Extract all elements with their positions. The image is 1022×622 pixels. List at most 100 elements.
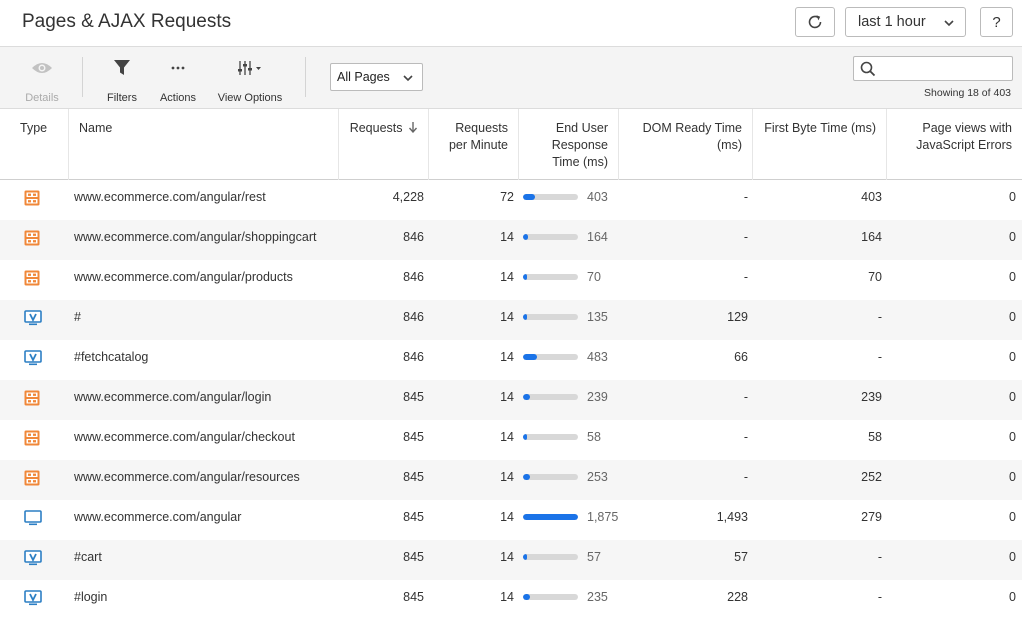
- response-time-bar: [523, 554, 578, 560]
- sort-down-icon: [408, 122, 418, 134]
- column-header-first-byte-time[interactable]: First Byte Time (ms): [753, 109, 887, 180]
- ajax-icon: [24, 230, 40, 246]
- help-button[interactable]: ?: [980, 7, 1013, 37]
- ajax-icon: [24, 190, 40, 206]
- response-time-cell: 483: [587, 350, 608, 364]
- column-header-requests-per-minute[interactable]: Requests per Minute: [429, 109, 519, 180]
- time-range-value: last 1 hour: [858, 14, 926, 30]
- column-label: Type: [20, 121, 48, 135]
- requests-cell: 845: [403, 470, 424, 484]
- response-time-cell: 164: [587, 230, 608, 244]
- first-byte-cell: -: [877, 310, 882, 324]
- table-row[interactable]: www.ecommerce.com/angular/shoppingcart 8…: [0, 220, 1022, 260]
- time-range-dropdown[interactable]: last 1 hour: [845, 7, 966, 37]
- virtual-page-icon: [24, 590, 42, 606]
- response-time-bar: [523, 434, 578, 440]
- column-header-requests[interactable]: Requests: [339, 109, 429, 180]
- column-label: DOM Ready Time: [642, 121, 742, 135]
- page-title: Pages & AJAX Requests: [22, 11, 232, 32]
- table-row[interactable]: # 846 14 135 129 - 0: [0, 300, 1022, 340]
- view-options-label: View Options: [217, 92, 283, 104]
- search-input[interactable]: [880, 59, 1008, 78]
- response-time-bar-fill: [523, 234, 528, 240]
- table-row[interactable]: www.ecommerce.com/angular/products 846 1…: [0, 260, 1022, 300]
- actions-button[interactable]: Actions: [158, 57, 198, 104]
- type-cell: [24, 430, 40, 446]
- table-header: Type Name Requests Requests per Minute E…: [0, 109, 1022, 180]
- type-cell: [24, 590, 42, 606]
- column-header-type[interactable]: Type: [10, 109, 69, 180]
- response-time-bar: [523, 594, 578, 600]
- requests-cell: 846: [403, 270, 424, 284]
- column-header-js-errors[interactable]: Page views with JavaScript Errors: [887, 109, 1022, 180]
- table-row[interactable]: www.ecommerce.com/angular/checkout 845 1…: [0, 420, 1022, 460]
- dom-ready-cell: 1,493: [716, 510, 748, 524]
- response-time-bar: [523, 514, 578, 520]
- filter-icon: [114, 60, 130, 75]
- dom-ready-cell: 228: [727, 590, 748, 604]
- dom-ready-cell: 129: [727, 310, 748, 324]
- js-errors-cell: 0: [1009, 550, 1016, 564]
- type-cell: [24, 270, 40, 286]
- chevron-down-icon: [944, 20, 954, 27]
- page-filter-dropdown[interactable]: All Pages: [330, 63, 423, 91]
- column-header-dom-ready-time[interactable]: DOM Ready Time (ms): [619, 109, 753, 180]
- response-time-cell: 58: [587, 430, 601, 444]
- requests-cell: 846: [403, 230, 424, 244]
- dom-ready-cell: -: [743, 230, 748, 244]
- js-errors-cell: 0: [1009, 590, 1016, 604]
- filters-button[interactable]: Filters: [103, 57, 141, 104]
- toolbar-divider: [82, 57, 83, 97]
- response-time-bar: [523, 394, 578, 400]
- refresh-button[interactable]: [795, 7, 835, 37]
- name-cell[interactable]: www.ecommerce.com/angular/rest: [74, 180, 266, 220]
- response-time-bar-fill: [523, 194, 535, 200]
- name-cell[interactable]: www.ecommerce.com/angular/login: [74, 380, 271, 420]
- more-icon: [171, 66, 185, 70]
- name-cell[interactable]: www.ecommerce.com/angular/checkout: [74, 420, 295, 460]
- js-errors-cell: 0: [1009, 390, 1016, 404]
- table-row[interactable]: www.ecommerce.com/angular/resources 845 …: [0, 460, 1022, 500]
- dom-ready-cell: -: [743, 270, 748, 284]
- first-byte-cell: -: [877, 350, 882, 364]
- dom-ready-cell: -: [743, 470, 748, 484]
- table-row[interactable]: www.ecommerce.com/angular/login 845 14 2…: [0, 380, 1022, 420]
- table-row[interactable]: #fetchcatalog 846 14 483 66 - 0: [0, 340, 1022, 380]
- name-cell[interactable]: www.ecommerce.com/angular/resources: [74, 460, 300, 500]
- response-time-bar: [523, 354, 578, 360]
- ajax-icon: [24, 430, 40, 446]
- first-byte-cell: 164: [861, 230, 882, 244]
- table-row[interactable]: www.ecommerce.com/angular 845 14 1,875 1…: [0, 500, 1022, 540]
- column-label: Page views with: [922, 121, 1012, 135]
- requests-per-minute-cell: 14: [500, 430, 514, 444]
- view-options-button[interactable]: View Options: [216, 57, 284, 104]
- first-byte-cell: 70: [868, 270, 882, 284]
- js-errors-cell: 0: [1009, 270, 1016, 284]
- requests-cell: 846: [403, 310, 424, 324]
- table-row[interactable]: #cart 845 14 57 57 - 0: [0, 540, 1022, 580]
- name-cell[interactable]: #cart: [74, 540, 102, 580]
- name-cell[interactable]: www.ecommerce.com/angular/shoppingcart: [74, 220, 316, 260]
- first-byte-cell: 252: [861, 470, 882, 484]
- name-cell[interactable]: #: [74, 300, 81, 340]
- name-cell[interactable]: #fetchcatalog: [74, 340, 148, 380]
- name-cell[interactable]: #login: [74, 580, 107, 620]
- response-time-cell: 253: [587, 470, 608, 484]
- ajax-icon: [24, 270, 40, 286]
- page-filter-value: All Pages: [337, 70, 390, 84]
- column-header-end-user-response-time[interactable]: End User Response Time (ms): [519, 109, 619, 180]
- js-errors-cell: 0: [1009, 230, 1016, 244]
- type-cell: [24, 390, 40, 406]
- requests-per-minute-cell: 14: [500, 550, 514, 564]
- requests-per-minute-cell: 14: [500, 510, 514, 524]
- name-cell[interactable]: www.ecommerce.com/angular: [74, 500, 241, 540]
- details-button[interactable]: Details: [22, 57, 62, 104]
- response-time-cell: 70: [587, 270, 601, 284]
- column-label: JavaScript Errors: [916, 138, 1012, 152]
- table-row[interactable]: #login 845 14 235 228 - 0: [0, 580, 1022, 620]
- first-byte-cell: 403: [861, 190, 882, 204]
- column-header-name[interactable]: Name: [69, 109, 339, 180]
- table-row[interactable]: www.ecommerce.com/angular/rest 4,228 72 …: [0, 180, 1022, 220]
- first-byte-cell: 58: [868, 430, 882, 444]
- name-cell[interactable]: www.ecommerce.com/angular/products: [74, 260, 293, 300]
